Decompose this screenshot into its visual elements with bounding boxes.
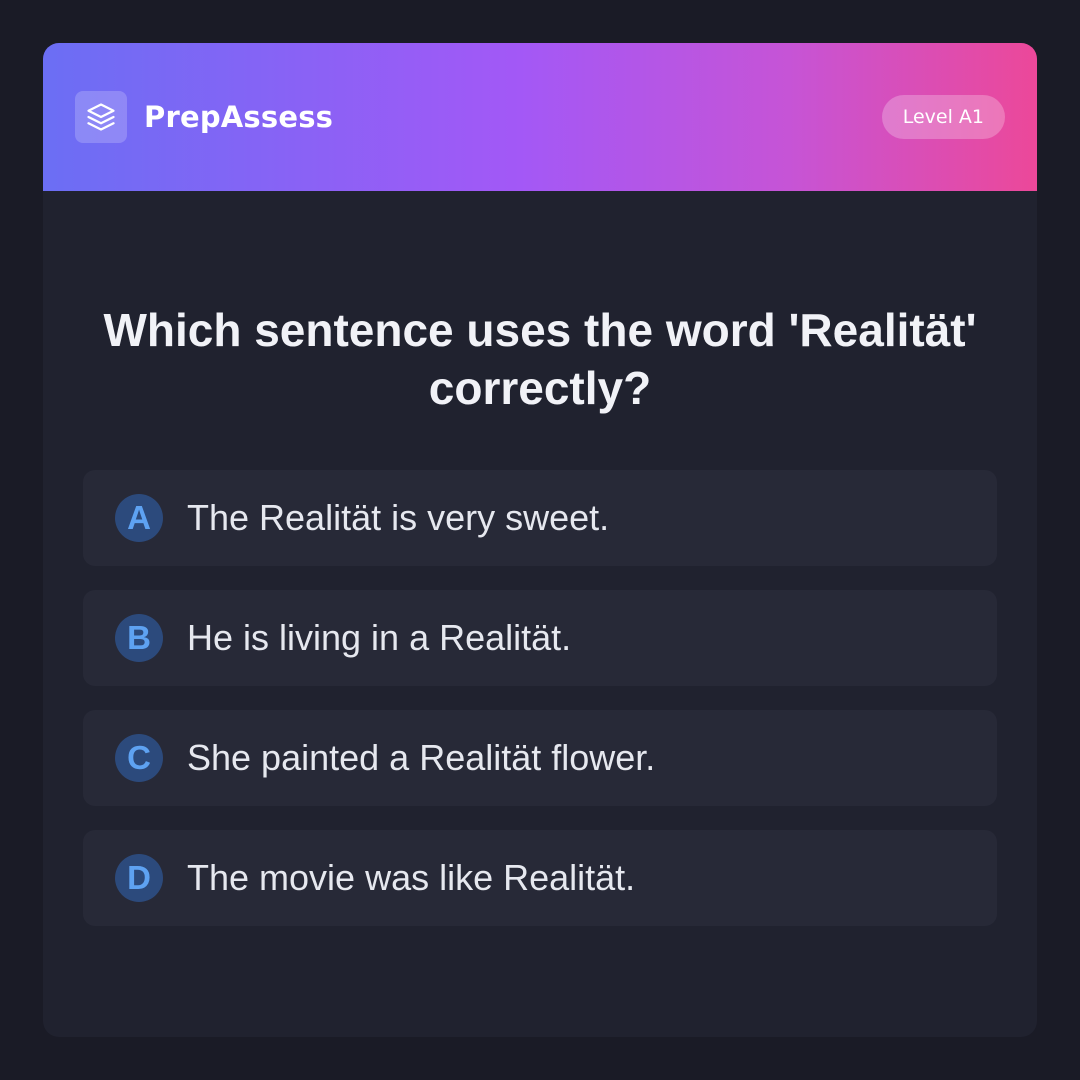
- question-text: Which sentence uses the word 'Realität' …: [103, 304, 977, 414]
- option-letter-badge: A: [115, 494, 163, 542]
- option-a[interactable]: A The Realität is very sweet.: [83, 470, 997, 566]
- option-text: He is living in a Realität.: [187, 617, 572, 658]
- level-badge: Level A1: [881, 95, 1005, 139]
- brand-name: PrepAssess: [144, 100, 334, 134]
- option-letter-badge: B: [115, 614, 163, 662]
- quiz-header: PrepAssess Level A1: [43, 43, 1037, 191]
- logo-badge: [75, 91, 127, 143]
- option-b[interactable]: B He is living in a Realität.: [83, 590, 997, 686]
- option-text: The Realität is very sweet.: [187, 497, 610, 538]
- option-letter-badge: D: [115, 854, 163, 902]
- layers-icon: [87, 103, 115, 131]
- answer-options: A The Realität is very sweet. B He is li…: [83, 470, 997, 950]
- option-d[interactable]: D The movie was like Realität.: [83, 830, 997, 926]
- quiz-card: PrepAssess Level A1 Which sentence uses …: [43, 43, 1037, 1037]
- option-text: The movie was like Realität.: [187, 857, 636, 898]
- option-text: She painted a Realität flower.: [187, 737, 656, 778]
- option-c[interactable]: C She painted a Realität flower.: [83, 710, 997, 806]
- option-letter-badge: C: [115, 734, 163, 782]
